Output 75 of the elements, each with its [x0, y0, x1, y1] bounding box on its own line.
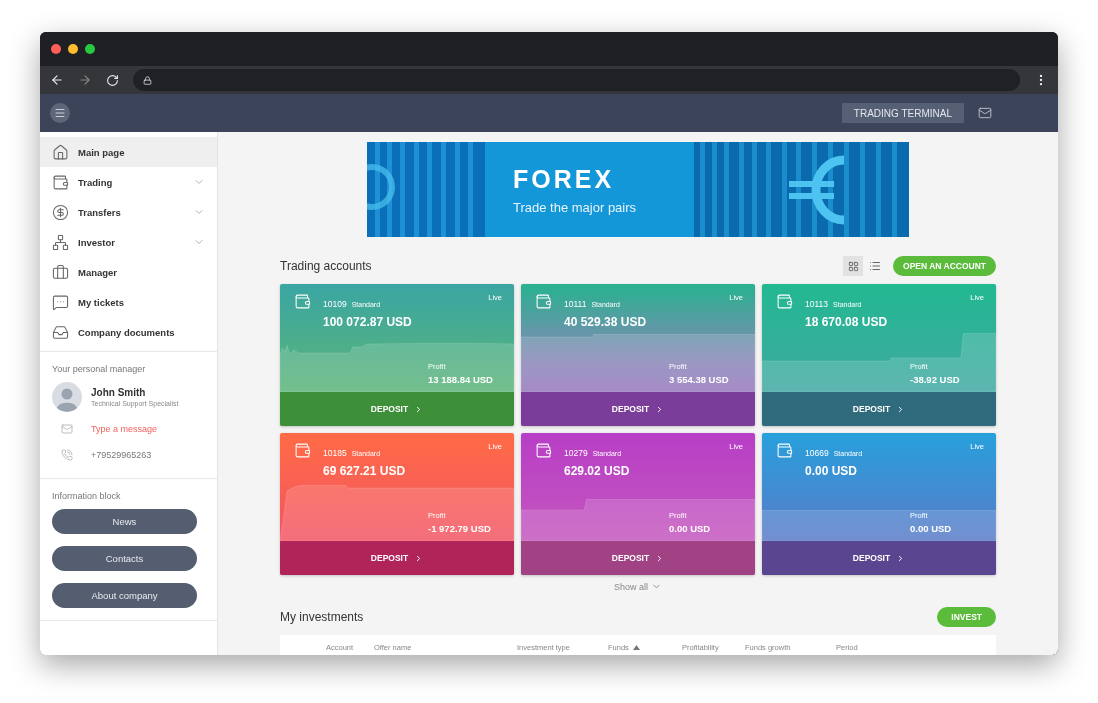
account-balance: 40 529.38 USD	[564, 315, 647, 329]
account-number: 10111	[564, 299, 587, 309]
nav-item[interactable]: My tickets	[40, 287, 217, 317]
briefcase-icon	[52, 263, 69, 281]
wallet-icon	[294, 442, 311, 459]
nav-item[interactable]: Company documents	[40, 317, 217, 347]
menu-icon	[54, 107, 66, 119]
manager-name: John Smith	[91, 387, 147, 398]
trading-terminal-button[interactable]: TRADING TERMINAL	[841, 103, 964, 123]
account-balance: 629.02 USD	[564, 464, 630, 478]
list-icon	[869, 260, 882, 272]
nav-item[interactable]: Manager	[40, 257, 217, 287]
wallet-icon	[535, 293, 552, 310]
mail-icon	[61, 423, 73, 435]
profit-value: 0.00 USD	[910, 523, 952, 534]
lock-icon	[143, 75, 152, 85]
maximize-window-icon[interactable]	[85, 44, 95, 54]
account-balance: 0.00 USD	[805, 464, 859, 478]
account-number: 10185	[323, 448, 347, 458]
profit-value: -1 972.79 USD	[428, 523, 491, 534]
section-title: My investments	[280, 610, 364, 624]
account-balance: 69 627.21 USD	[323, 464, 406, 478]
deposit-button[interactable]: DEPOSIT	[280, 541, 514, 575]
wallet-icon	[52, 173, 69, 191]
deposit-button[interactable]: DEPOSIT	[521, 541, 755, 575]
account-number: 10109	[323, 299, 347, 309]
wallet-icon	[776, 293, 793, 310]
profit-value: 3 554.38 USD	[669, 374, 729, 385]
nav-item[interactable]: Trading	[40, 167, 217, 197]
minimize-window-icon[interactable]	[68, 44, 78, 54]
wallet-icon	[776, 442, 793, 459]
forex-banner[interactable]: FOREX Trade the major pairs	[367, 142, 909, 237]
profit-value: 0.00 USD	[669, 523, 711, 534]
deposit-button[interactable]: DEPOSIT	[280, 392, 514, 426]
chat-icon	[52, 293, 69, 311]
account-number: 10669	[805, 448, 829, 458]
banner-title: FOREX	[513, 164, 616, 194]
reload-icon[interactable]	[106, 73, 119, 87]
dollar-coin-icon	[52, 203, 69, 221]
wallet-icon	[535, 442, 552, 459]
show-all-button[interactable]: Show all	[608, 580, 668, 593]
avatar-icon	[52, 382, 82, 412]
back-icon[interactable]	[50, 73, 64, 87]
grid-icon	[847, 260, 859, 272]
phone-icon	[61, 449, 73, 461]
menu-button[interactable]	[50, 103, 70, 123]
nav-item[interactable]: Investor	[40, 227, 217, 257]
wallet-icon	[294, 293, 311, 310]
nav-item[interactable]: Transfers	[40, 197, 217, 227]
deposit-button[interactable]: DEPOSIT	[762, 541, 996, 575]
mail-icon[interactable]	[978, 106, 992, 120]
phone-number: +79529965263	[91, 450, 152, 460]
section-title: Trading accounts	[280, 259, 372, 273]
profit-value: -38.92 USD	[910, 374, 960, 385]
account-number: 10113	[805, 299, 828, 309]
section-heading: Your personal manager	[52, 364, 147, 374]
account-balance: 18 670.08 USD	[805, 315, 888, 329]
nav-item[interactable]: Main page	[40, 137, 217, 167]
home-icon	[52, 143, 69, 161]
grid-view-button[interactable]	[843, 256, 864, 276]
info-button[interactable]: About company	[52, 583, 197, 608]
account-balance: 100 072.87 USD	[323, 315, 412, 329]
network-icon	[52, 233, 69, 251]
account-number: 10279	[564, 448, 588, 458]
info-button[interactable]: News	[52, 509, 197, 534]
banner-subtitle: Trade the major pairs	[513, 199, 638, 215]
close-window-icon[interactable]	[51, 44, 61, 54]
deposit-button[interactable]: DEPOSIT	[762, 392, 996, 426]
forward-icon[interactable]	[78, 73, 92, 87]
message-link[interactable]: Type a message	[91, 424, 158, 434]
deposit-button[interactable]: DEPOSIT	[521, 392, 755, 426]
section-heading: Information block	[52, 491, 122, 501]
profit-value: 13 188.84 USD	[428, 374, 493, 385]
tray-icon	[52, 323, 69, 341]
info-button[interactable]: Contacts	[52, 546, 197, 571]
